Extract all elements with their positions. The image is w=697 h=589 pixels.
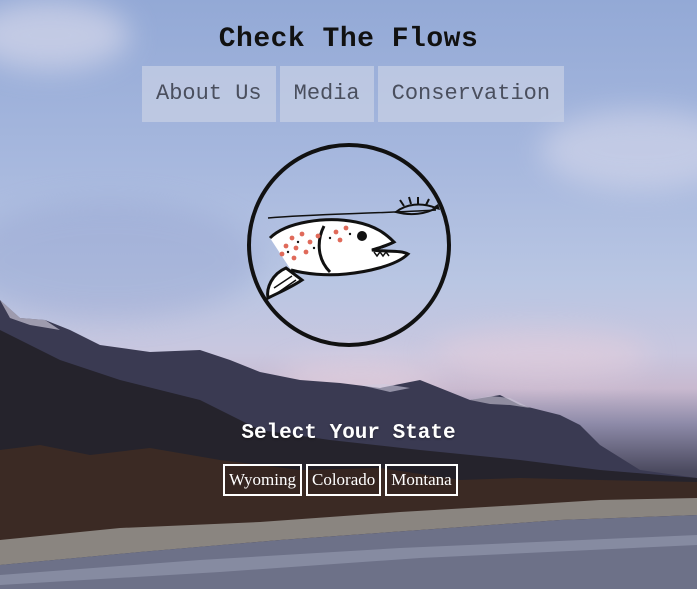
nav-media[interactable]: Media xyxy=(279,66,374,122)
state-buttons: Wyoming Colorado Montana xyxy=(223,464,458,496)
nav-about-us[interactable]: About Us xyxy=(142,66,276,122)
main-nav: About Us Media Conservation xyxy=(142,66,565,122)
page-title: Check The Flows xyxy=(218,24,479,55)
trout-head-icon xyxy=(266,218,411,301)
nav-conservation[interactable]: Conservation xyxy=(377,66,565,122)
select-state-heading: Select Your State xyxy=(241,422,456,445)
trout-fly-logo-icon xyxy=(247,143,451,347)
state-button-montana[interactable]: Montana xyxy=(385,464,458,496)
state-button-wyoming[interactable]: Wyoming xyxy=(223,464,302,496)
state-button-colorado[interactable]: Colorado xyxy=(305,464,382,496)
